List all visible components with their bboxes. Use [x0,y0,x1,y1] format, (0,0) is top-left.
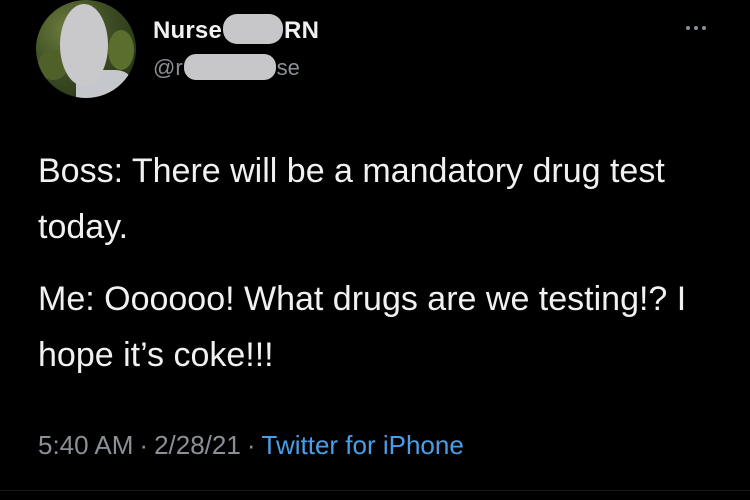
divider [0,490,750,491]
avatar-redaction [60,4,108,86]
handle-redaction [183,54,276,80]
tweet-time[interactable]: 5:40 AM [38,430,133,460]
tweet-meta: 5:40 AM · 2/28/21 · Twitter for iPhone [38,430,464,461]
handle-suffix: se [276,55,300,80]
meta-separator: · [246,430,256,460]
display-name-prefix: Nurse [153,17,223,44]
display-name-suffix: RN [284,17,320,44]
handle-prefix: @r [153,55,183,80]
avatar[interactable] [36,0,136,98]
name-redaction [223,14,284,44]
more-horizontal-icon [686,26,690,30]
tweet-source-link[interactable]: Twitter for iPhone [262,430,464,460]
tweet-date[interactable]: 2/28/21 [154,430,241,460]
meta-separator: · [139,430,149,460]
tweet-paragraph: Boss: There will be a mandatory drug tes… [38,152,665,246]
user-handle[interactable]: @r se [153,54,300,81]
display-name[interactable]: Nurse RN [153,14,319,45]
more-options-button[interactable] [678,18,714,38]
tweet-paragraph: Me: Oooooo! What drugs are we testing!? … [38,280,687,374]
tweet-text: Boss: There will be a mandatory drug tes… [38,143,718,399]
more-horizontal-icon [694,26,698,30]
tweet-card: Nurse RN @r se Boss: There will be a manda… [0,0,750,500]
more-horizontal-icon [702,26,706,30]
avatar-foliage [108,30,134,70]
